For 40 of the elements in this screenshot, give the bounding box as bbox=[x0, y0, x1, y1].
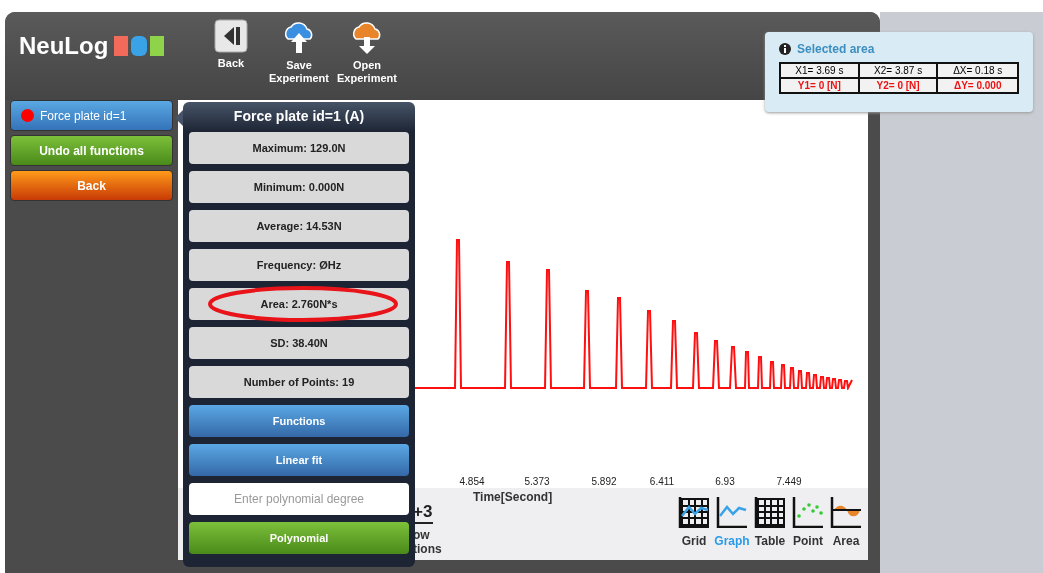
stat-label: Number of Points: 19 bbox=[243, 376, 355, 388]
view-button[interactable]: Point bbox=[790, 496, 826, 548]
axis-tick-label: 5.892 bbox=[591, 476, 617, 487]
popup-title: Force plate id=1 (A) bbox=[232, 107, 366, 125]
table-cell: ΔX= 0.18 s bbox=[937, 63, 1018, 78]
info-icon bbox=[779, 43, 791, 55]
stat-label: Area: 2.760N*s bbox=[260, 298, 338, 310]
view-button[interactable]: Grid bbox=[676, 496, 712, 548]
axis-title: Time[Second] bbox=[473, 490, 553, 504]
stat-label: Maximum: 129.0N bbox=[252, 142, 346, 154]
logo-icon bbox=[114, 34, 165, 58]
back-icon bbox=[214, 19, 248, 53]
stat-label: SD: 38.40N bbox=[270, 337, 328, 349]
axis-tick-label: 5.373 bbox=[524, 476, 550, 487]
polynomial-degree-field[interactable]: Enter polynomial degree bbox=[189, 483, 409, 515]
table-cell: X2= 3.87 s bbox=[858, 63, 938, 78]
popup-pointer bbox=[175, 110, 183, 126]
axis-tick-label: 6.411 bbox=[649, 476, 675, 487]
stat-label: Frequency: ØHz bbox=[256, 259, 342, 271]
area-view-icon bbox=[830, 496, 862, 528]
sidebar-button[interactable]: Force plate id=1 bbox=[10, 100, 173, 131]
table-view-icon bbox=[754, 496, 786, 528]
axis-tick-label: 6.93 bbox=[715, 476, 735, 487]
toolbar-button[interactable]: Save Experiment bbox=[267, 19, 331, 85]
table-cell: X1= 3.69 s bbox=[780, 63, 859, 78]
axis-tick-label: 4.854 bbox=[459, 476, 485, 487]
view-button[interactable]: Table bbox=[752, 496, 788, 548]
stat-label: Average: 14.53N bbox=[256, 220, 342, 232]
panel-title: Selected area bbox=[797, 42, 875, 56]
stat-label: Minimum: 0.000N bbox=[253, 181, 345, 193]
point-view-icon bbox=[792, 496, 824, 528]
logo-text: NeuLog bbox=[19, 32, 109, 60]
grid-view-icon bbox=[678, 496, 710, 528]
popup-button[interactable]: Linear fit bbox=[189, 444, 409, 476]
toolbar-button[interactable]: Back bbox=[199, 19, 263, 85]
graph-view-icon bbox=[716, 496, 748, 528]
axis-tick-label: 7.449 bbox=[776, 476, 802, 487]
toolbar-button[interactable]: Open Experiment bbox=[335, 19, 399, 85]
popup-button[interactable]: Functions bbox=[189, 405, 409, 437]
view-button[interactable]: Area bbox=[828, 496, 864, 548]
